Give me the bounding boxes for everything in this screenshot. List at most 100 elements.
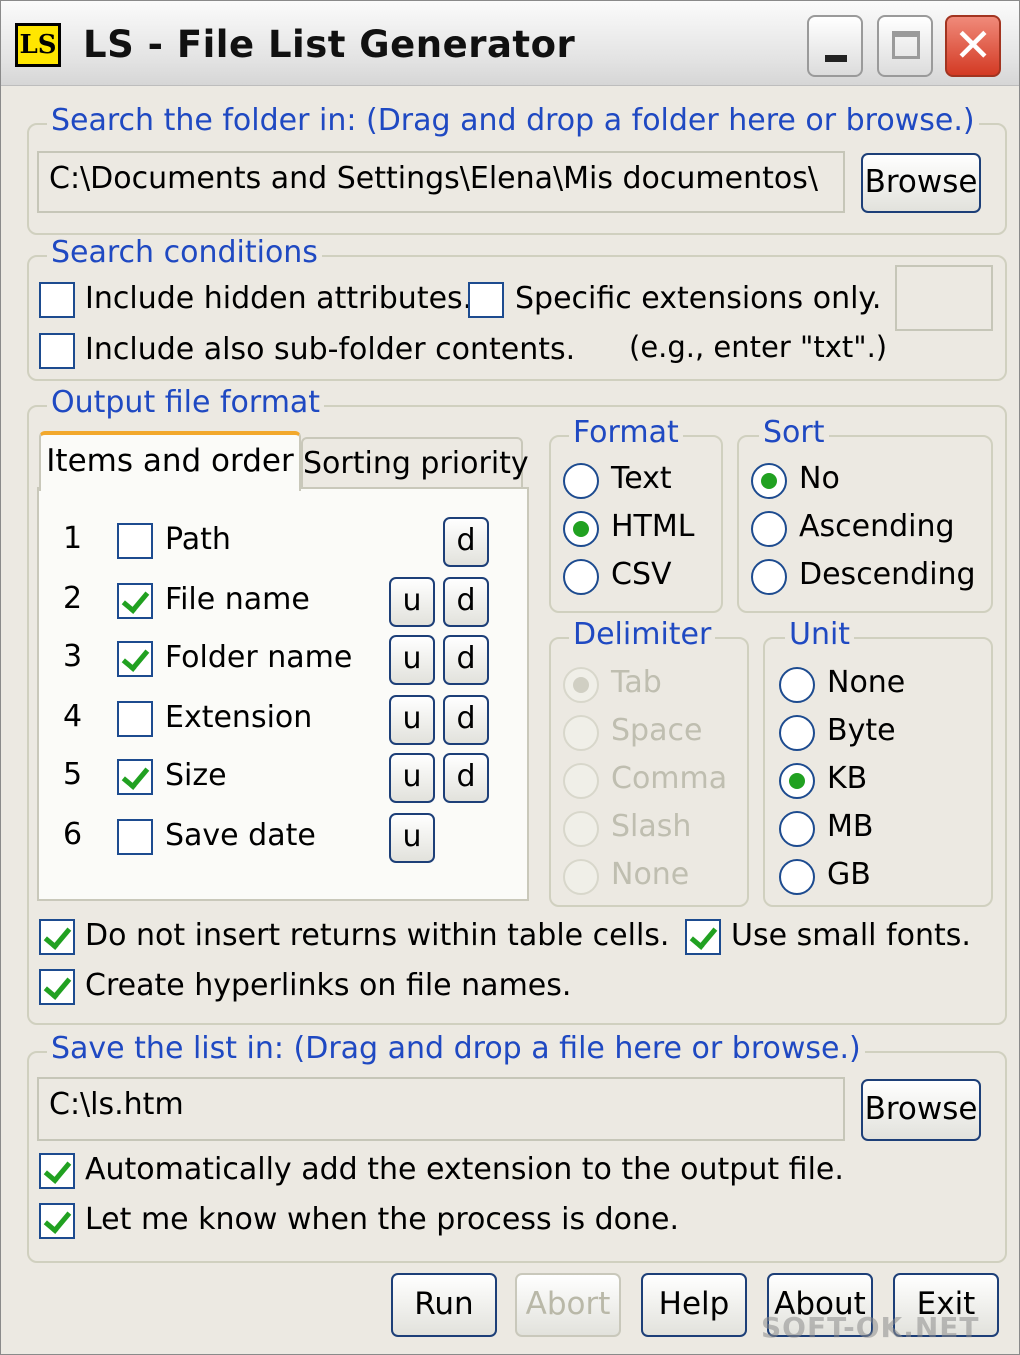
delimiter-option-label: Slash [611,809,692,844]
minimize-icon [825,55,847,62]
item-number: 5 [63,757,83,792]
delimiter-option-radio[interactable] [563,715,599,751]
unit-option-label: GB [827,857,871,892]
unit-option-label: KB [827,761,868,796]
item-number: 1 [63,521,83,556]
title-bar[interactable]: LS LS - File List Generator ✕ [1,1,1019,86]
notify-when-done-label: Let me know when the process is done. [85,1202,680,1237]
move-up-button[interactable]: u [389,753,435,803]
sort-option-radio[interactable] [751,511,787,547]
item-checkbox[interactable] [117,641,153,677]
unit-option-radio[interactable] [779,667,815,703]
small-fonts-checkbox[interactable] [685,919,721,955]
auto-extension-checkbox[interactable] [39,1153,75,1189]
item-label: File name [165,582,310,617]
format-option-label: HTML [611,509,695,544]
move-down-button[interactable]: d [443,517,489,567]
specific-extensions-checkbox[interactable] [468,282,504,318]
search-folder-path-field[interactable]: C:\Documents and Settings\Elena\Mis docu… [37,151,845,213]
item-checkbox[interactable] [117,759,153,795]
item-number: 2 [63,581,83,616]
minimize-button[interactable] [807,15,863,77]
include-hidden-checkbox[interactable] [39,282,75,318]
delimiter-legend: Delimiter [569,617,716,652]
delimiter-option-radio[interactable] [563,811,599,847]
delimiter-option-label: None [611,857,690,892]
hyperlinks-checkbox[interactable] [39,969,75,1005]
unit-legend: Unit [785,617,855,652]
unit-option-radio[interactable] [779,715,815,751]
close-icon: ✕ [953,18,993,72]
sort-option-radio[interactable] [751,559,787,595]
item-number: 6 [63,817,83,852]
format-option-label: Text [611,461,672,496]
extensions-hint: (e.g., enter "txt".) [629,330,888,364]
window-title: LS - File List Generator [83,23,576,66]
item-checkbox[interactable] [117,583,153,619]
delimiter-option-radio[interactable] [563,763,599,799]
item-label: Size [165,758,227,793]
app-logo-icon: LS [15,23,61,67]
item-label: Path [165,522,231,557]
search-conditions-legend: Search conditions [47,235,322,270]
item-checkbox[interactable] [117,523,153,559]
output-format-legend: Output file format [47,385,325,420]
unit-option-label: None [827,665,906,700]
move-up-button[interactable]: u [389,813,435,863]
move-down-button[interactable]: d [443,635,489,685]
app-window: LS LS - File List Generator ✕ Search the… [0,0,1020,1355]
auto-extension-label: Automatically add the extension to the o… [85,1152,844,1187]
unit-option-radio[interactable] [779,859,815,895]
tab-items-and-order[interactable]: Items and order [39,431,301,491]
item-label: Folder name [165,640,353,675]
unit-option-label: Byte [827,713,896,748]
format-legend: Format [569,415,683,450]
save-list-legend: Save the list in: (Drag and drop a file … [47,1031,865,1066]
help-button[interactable]: Help [641,1273,747,1337]
include-subfolder-checkbox[interactable] [39,333,75,369]
format-option-radio[interactable] [563,463,599,499]
sort-option-label: No [799,461,840,496]
tab-sorting-priority[interactable]: Sorting priority [301,437,529,489]
move-down-button[interactable]: d [443,695,489,745]
maximize-button[interactable] [877,15,933,77]
delimiter-option-label: Tab [611,665,662,700]
close-button[interactable]: ✕ [945,15,1001,77]
search-folder-legend: Search the folder in: (Drag and drop a f… [47,103,979,138]
unit-option-radio[interactable] [779,763,815,799]
unit-option-label: MB [827,809,874,844]
sort-legend: Sort [759,415,829,450]
save-list-browse-button[interactable]: Browse [861,1079,981,1141]
format-option-radio[interactable] [563,511,599,547]
move-down-button[interactable]: d [443,577,489,627]
search-folder-browse-button[interactable]: Browse [861,153,981,213]
specific-extensions-label: Specific extensions only. [515,281,882,316]
delimiter-option-radio[interactable] [563,859,599,895]
move-up-button[interactable]: u [389,577,435,627]
format-option-radio[interactable] [563,559,599,595]
small-fonts-label: Use small fonts. [731,918,971,953]
move-up-button[interactable]: u [389,695,435,745]
abort-button[interactable]: Abort [515,1273,621,1337]
notify-when-done-checkbox[interactable] [39,1203,75,1239]
no-returns-label: Do not insert returns within table cells… [85,918,670,953]
format-option-label: CSV [611,557,672,592]
delimiter-option-radio[interactable] [563,667,599,703]
unit-option-radio[interactable] [779,811,815,847]
item-number: 3 [63,639,83,674]
run-button[interactable]: Run [391,1273,497,1337]
watermark-text: SOFT-OK.NET [761,1311,980,1344]
maximize-icon [892,31,920,59]
save-list-path-field[interactable]: C:\ls.htm [37,1077,845,1141]
include-hidden-label: Include hidden attributes. [85,281,473,316]
no-returns-checkbox[interactable] [39,919,75,955]
move-down-button[interactable]: d [443,753,489,803]
delimiter-option-label: Comma [611,761,728,796]
sort-option-label: Ascending [799,509,955,544]
sort-option-radio[interactable] [751,463,787,499]
extensions-input[interactable] [895,265,993,331]
item-number: 4 [63,699,83,734]
move-up-button[interactable]: u [389,635,435,685]
item-checkbox[interactable] [117,701,153,737]
item-checkbox[interactable] [117,819,153,855]
